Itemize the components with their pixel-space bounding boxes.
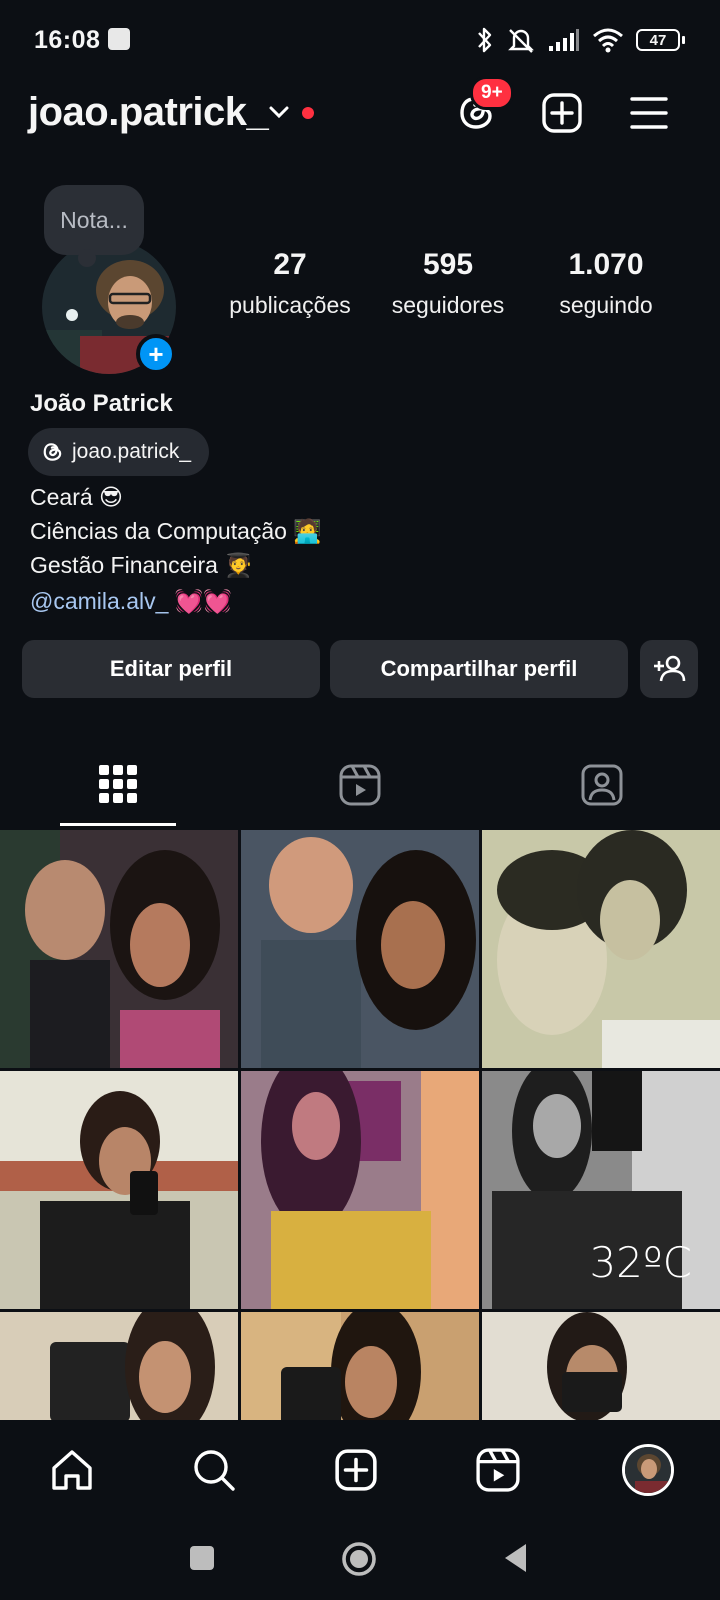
posts-grid: 32ºC [0,830,720,1420]
tagged-person-icon [581,764,623,806]
post-image [0,830,238,1068]
bio-line: Ceará 😎 [30,484,124,510]
reels-icon [476,1448,520,1492]
status-bar: 16:08 47 [0,0,720,80]
note-text: Nota... [60,206,128,233]
hamburger-menu-icon [630,97,668,129]
nav-search[interactable] [184,1440,244,1500]
threads-notification-badge: 9+ [470,76,514,110]
mute-bell-icon [508,29,534,53]
search-icon [194,1450,235,1491]
stat-following-label: seguindo [559,292,653,318]
recents-square-icon[interactable] [188,1544,216,1572]
profile-header: joao.patrick_ 9+ [0,76,720,150]
threads-handle: joao.patrick_ [72,440,192,463]
share-profile-button[interactable]: Compartilhar perfil [330,640,628,698]
edit-profile-button[interactable]: Editar perfil [22,640,320,698]
bio-line: Gestão Financeira 🧑‍🎓 [30,552,253,578]
stat-posts-label: publicações [229,292,351,318]
stat-following[interactable]: 1.070 seguindo [548,248,664,319]
reels-icon [339,764,381,806]
post-image [482,830,720,1068]
note-bubble[interactable]: Nota... [44,185,144,267]
home-icon [52,1450,92,1490]
threads-profile-link[interactable]: joao.patrick_ [28,428,210,476]
nav-reels[interactable] [468,1440,528,1500]
post-image [0,1312,238,1420]
nav-create[interactable] [326,1440,386,1500]
threads-icon [43,443,62,461]
back-triangle-icon[interactable] [502,1542,530,1574]
status-icons: 47 [476,24,685,56]
battery-indicator: 47 [636,29,685,51]
account-switcher-username[interactable]: joao.patrick_ [28,90,269,135]
post-thumbnail[interactable]: 32ºC [482,1071,720,1309]
notification-app-icon [108,28,130,50]
stat-followers-value: 595 [422,248,474,281]
nav-home[interactable] [42,1440,102,1500]
add-person-icon [654,655,686,682]
stat-posts-value: 27 [273,248,307,281]
temperature-overlay: 32ºC [589,1238,692,1287]
post-thumbnail[interactable] [0,830,238,1068]
grid-icon [99,765,137,803]
status-time: 16:08 [34,26,101,54]
home-circle-icon[interactable] [340,1540,378,1578]
tab-reels[interactable] [300,748,420,828]
post-image [241,1312,479,1420]
bottom-navigation [0,1422,720,1518]
system-navigation-bar [0,1518,720,1600]
bio-mention-line: @camila.alv_ 💓💓 [30,588,232,615]
profile-tabs [0,748,720,828]
unread-dot [302,107,314,119]
bluetooth-icon [478,27,492,53]
nav-profile[interactable] [618,1440,678,1500]
avatar [622,1444,674,1496]
profile-full-name: João Patrick [30,390,173,417]
plus-square-icon [542,93,582,133]
tab-tagged[interactable] [542,748,662,828]
post-image [482,1312,720,1420]
post-image [0,1071,238,1309]
new-post-button[interactable] [537,88,587,138]
bio-line: Ciências da Computação 🧑‍💻 [30,518,323,544]
post-thumbnail[interactable] [0,1071,238,1309]
post-thumbnail[interactable] [241,830,479,1068]
chevron-down-icon[interactable] [268,104,290,120]
stat-followers[interactable]: 595 seguidores [382,248,514,319]
signal-icon [549,29,579,51]
post-thumbnail[interactable] [482,830,720,1068]
post-thumbnail[interactable] [0,1312,238,1420]
bio-mention-link[interactable]: @camila.alv_ [30,588,168,614]
wifi-icon [593,28,623,53]
tab-posts-grid[interactable] [58,748,178,828]
post-image [241,830,479,1068]
add-story-button[interactable]: + [136,334,176,374]
post-thumbnail[interactable] [241,1312,479,1420]
stat-following-value: 1.070 [568,248,644,281]
post-thumbnail[interactable] [241,1071,479,1309]
discover-people-button[interactable] [640,640,698,698]
active-tab-indicator [60,823,176,826]
stat-posts[interactable]: 27 publicações [222,248,358,319]
post-thumbnail[interactable] [482,1312,720,1420]
stat-followers-label: seguidores [391,292,505,318]
menu-button[interactable] [624,88,674,138]
bio-mention-emoji: 💓💓 [174,588,233,614]
plus-square-icon [335,1449,377,1491]
post-image [241,1071,479,1309]
